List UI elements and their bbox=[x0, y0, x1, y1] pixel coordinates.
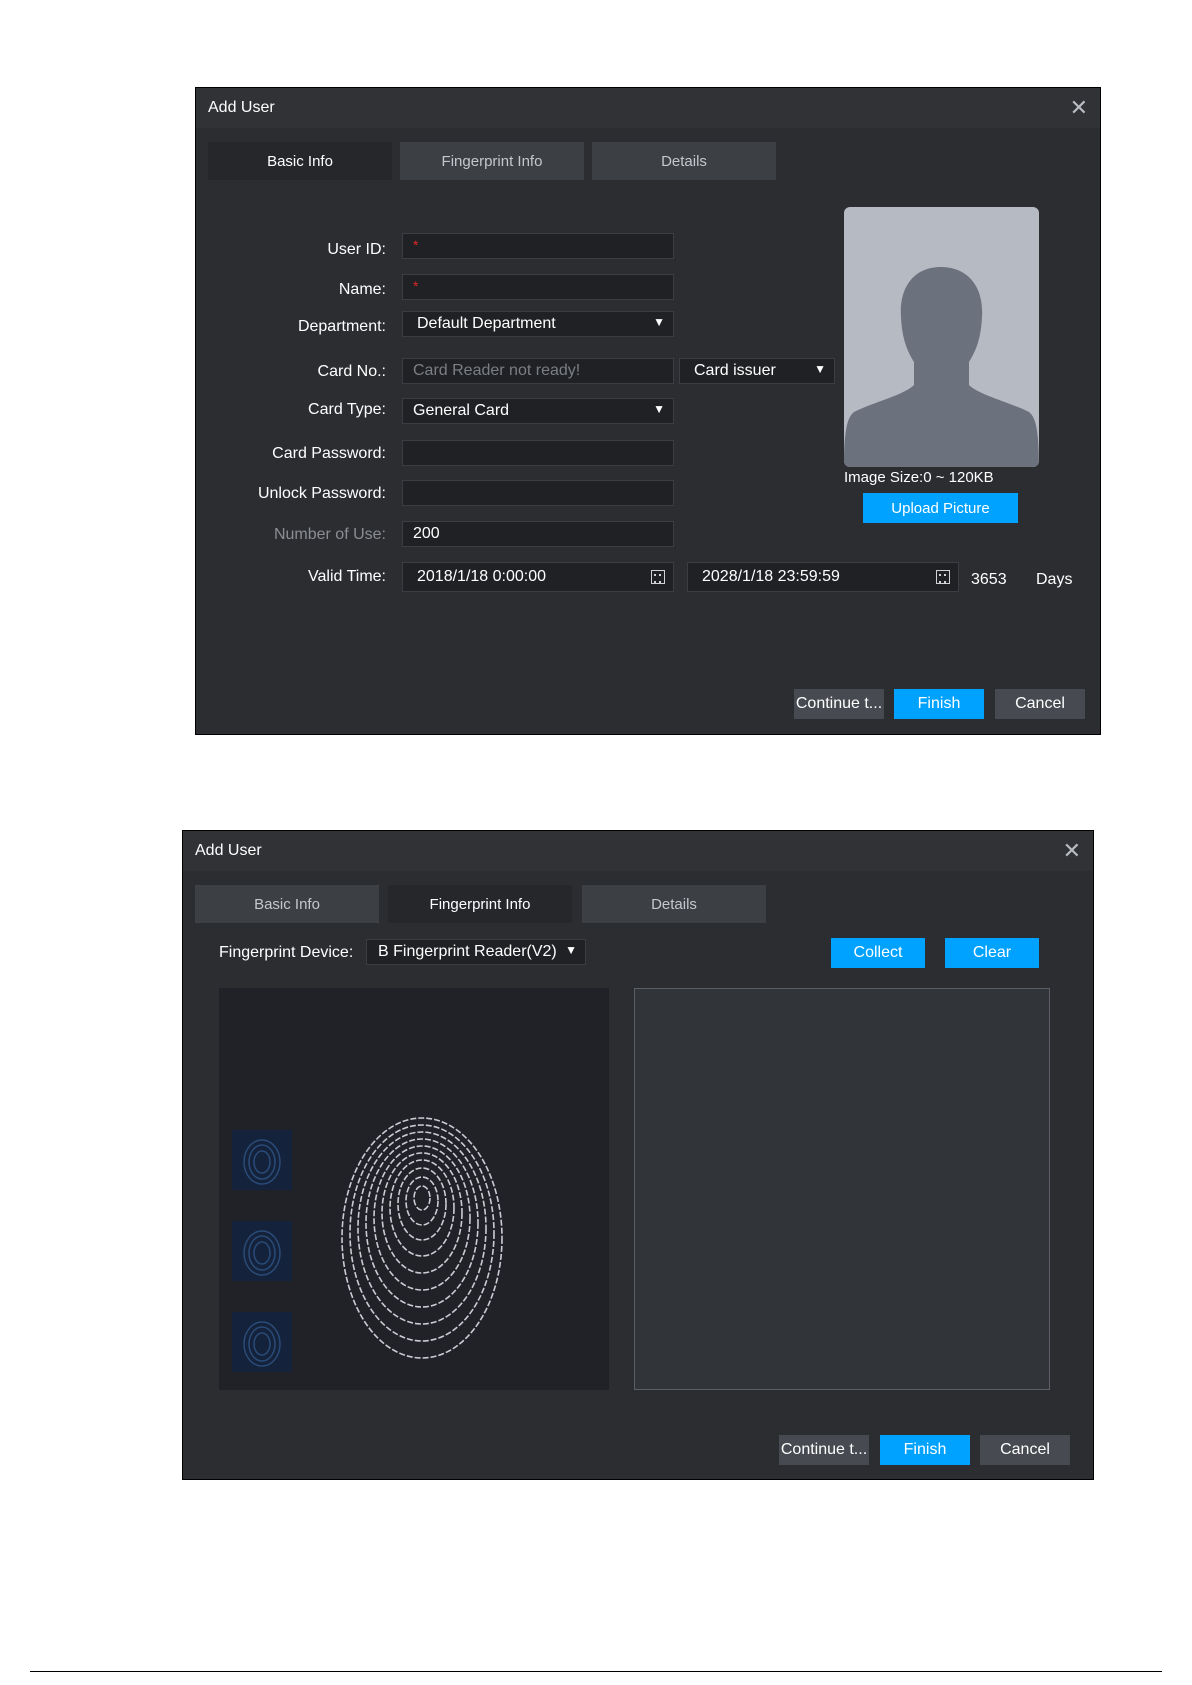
finish-button[interactable]: Finish bbox=[880, 1435, 970, 1465]
card-issuer-value: Card issuer bbox=[694, 362, 776, 379]
cancel-button[interactable]: Cancel bbox=[995, 689, 1085, 719]
fingerprint-device-value: B Fingerprint Reader(V2) bbox=[378, 943, 557, 960]
days-count: 3653 bbox=[971, 571, 1007, 588]
valid-end-picker[interactable]: 2028/1/18 23:59:59 bbox=[687, 562, 959, 592]
department-label: Department: bbox=[297, 318, 386, 335]
dropdown-caret-icon: ▼ bbox=[653, 402, 665, 416]
department-select[interactable]: Default Department ▼ bbox=[402, 311, 674, 337]
clear-button[interactable]: Clear bbox=[945, 938, 1039, 968]
number-of-use-label: Number of Use: bbox=[273, 526, 386, 543]
card-no-label: Card No.: bbox=[317, 363, 386, 380]
dropdown-caret-icon: ▼ bbox=[653, 315, 665, 329]
avatar-placeholder-icon bbox=[844, 207, 1039, 467]
card-no-placeholder: Card Reader not ready! bbox=[413, 362, 581, 379]
cancel-button[interactable]: Cancel bbox=[980, 1435, 1070, 1465]
dialog-title: Add User bbox=[208, 99, 275, 116]
card-type-select[interactable]: General Card ▼ bbox=[402, 398, 674, 424]
fingerprint-preview-panel bbox=[219, 988, 609, 1390]
page-footer-rule bbox=[30, 1671, 1162, 1672]
department-value: Default Department bbox=[417, 315, 556, 332]
upload-picture-button[interactable]: Upload Picture bbox=[863, 493, 1018, 523]
tab-fingerprint-info[interactable]: Fingerprint Info bbox=[388, 885, 572, 923]
tab-basic-info[interactable]: Basic Info bbox=[208, 142, 392, 180]
fingerprint-icon[interactable] bbox=[232, 1221, 292, 1281]
finish-button[interactable]: Finish bbox=[894, 689, 984, 719]
close-icon[interactable]: ✕ bbox=[1063, 838, 1081, 864]
required-mark: * bbox=[413, 278, 419, 294]
tab-details[interactable]: Details bbox=[592, 142, 776, 180]
card-type-value: General Card bbox=[413, 402, 510, 419]
card-type-label: Card Type: bbox=[308, 401, 386, 418]
image-size-text: Image Size:0 ~ 120KB bbox=[844, 469, 994, 486]
calendar-icon[interactable] bbox=[651, 570, 665, 584]
dropdown-caret-icon: ▼ bbox=[814, 362, 826, 376]
calendar-icon[interactable] bbox=[936, 570, 950, 584]
card-password-label: Card Password: bbox=[272, 445, 386, 462]
valid-end-value: 2028/1/18 23:59:59 bbox=[702, 568, 840, 585]
fingerprint-result-panel bbox=[634, 988, 1050, 1390]
valid-start-picker[interactable]: 2018/1/18 0:00:00 bbox=[402, 562, 674, 592]
valid-start-value: 2018/1/18 0:00:00 bbox=[417, 568, 547, 585]
user-id-input[interactable]: * bbox=[402, 233, 674, 259]
tab-basic-info[interactable]: Basic Info bbox=[195, 885, 379, 923]
title-bar: Add User ✕ bbox=[196, 88, 1100, 128]
fingerprint-device-select[interactable]: B Fingerprint Reader(V2) ▼ bbox=[366, 939, 586, 965]
number-of-use-input[interactable]: 200 bbox=[402, 521, 674, 547]
add-user-dialog-basic: Add User ✕ Basic Info Fingerprint Info D… bbox=[195, 87, 1101, 735]
number-of-use-value: 200 bbox=[413, 525, 440, 542]
user-id-label: User ID: bbox=[327, 241, 386, 258]
name-label: Name: bbox=[338, 281, 386, 298]
card-issuer-select[interactable]: Card issuer ▼ bbox=[679, 358, 835, 384]
required-mark: * bbox=[413, 237, 419, 253]
dialog-title: Add User bbox=[195, 842, 262, 859]
unlock-password-input[interactable] bbox=[402, 480, 674, 506]
tab-details[interactable]: Details bbox=[582, 885, 766, 923]
title-bar: Add User ✕ bbox=[183, 831, 1093, 871]
days-label: Days bbox=[1036, 571, 1073, 588]
tab-fingerprint-info[interactable]: Fingerprint Info bbox=[400, 142, 584, 180]
collect-button[interactable]: Collect bbox=[831, 938, 925, 968]
add-user-dialog-fingerprint: Add User ✕ Basic Info Fingerprint Info D… bbox=[182, 830, 1094, 1480]
card-password-input[interactable] bbox=[402, 440, 674, 466]
close-icon[interactable]: ✕ bbox=[1070, 95, 1088, 121]
card-no-input[interactable]: Card Reader not ready! bbox=[402, 358, 674, 384]
continue-button[interactable]: Continue t... bbox=[779, 1435, 869, 1465]
fingerprint-icon[interactable] bbox=[232, 1312, 292, 1372]
fingerprint-icon[interactable] bbox=[232, 1130, 292, 1190]
fingerprint-device-label: Fingerprint Device: bbox=[219, 944, 354, 961]
dropdown-caret-icon: ▼ bbox=[565, 943, 577, 957]
unlock-password-label: Unlock Password: bbox=[257, 485, 386, 502]
continue-button[interactable]: Continue t... bbox=[794, 689, 884, 719]
fingerprint-image bbox=[341, 1117, 503, 1359]
name-input[interactable]: * bbox=[402, 274, 674, 300]
valid-time-label: Valid Time: bbox=[308, 568, 386, 585]
